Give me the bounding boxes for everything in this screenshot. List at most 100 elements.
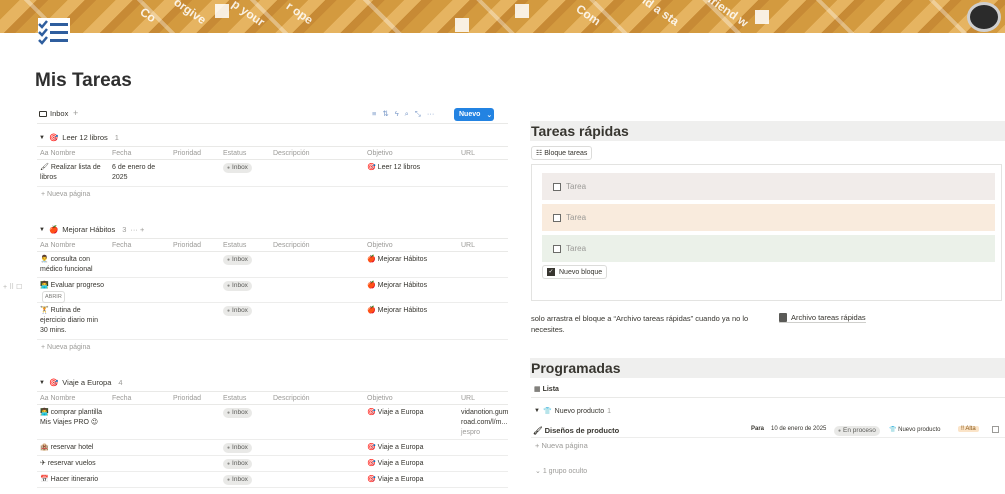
checkbox[interactable]	[553, 213, 561, 222]
row-name[interactable]: 🏋 Rutina de ejercicio diario min 30 mins…	[40, 306, 106, 336]
caret-down-icon[interactable]: ▼	[39, 135, 45, 141]
automation-icon[interactable]: ϟ	[395, 109, 399, 119]
task-block[interactable]: Tarea	[542, 235, 995, 262]
column-url[interactable]: URL	[461, 242, 475, 249]
new-block-button[interactable]: ✓ Nuevo bloque	[542, 265, 608, 279]
checkbox[interactable]	[553, 244, 561, 253]
new-button[interactable]: Nuevo ⌄	[454, 108, 494, 121]
checkbox[interactable]	[992, 426, 999, 433]
table-row[interactable]: 🏋 Rutina de ejercicio diario min 30 mins…	[37, 303, 508, 340]
group-header[interactable]: ▼ 🍎 Mejorar Hábitos 3 ··· +	[39, 225, 144, 234]
column-descripcion[interactable]: Descripción	[273, 150, 310, 157]
column-url[interactable]: URL	[461, 150, 475, 157]
hidden-groups-toggle[interactable]: ⌄ 1 grupo oculto	[535, 467, 587, 475]
column-prioridad[interactable]: Prioridad	[173, 395, 201, 402]
new-page-button[interactable]: + Nueva página	[535, 441, 588, 450]
new-page-button[interactable]: + Nueva página	[41, 344, 90, 351]
table-row[interactable]: ✈ reservar vuelos Inbox 🎯 Viaje a Europa	[37, 456, 508, 472]
column-estatus[interactable]: Estatus	[223, 150, 246, 157]
row-drag-handle[interactable]: + ⠿ ☐	[3, 283, 22, 291]
item-product[interactable]: 👕 Nuevo producto	[889, 426, 941, 433]
column-fecha[interactable]: Fecha	[112, 150, 131, 157]
page-title[interactable]: Mis Tareas	[35, 70, 132, 92]
open-button[interactable]: ABRIR	[42, 291, 65, 303]
row-status[interactable]: Inbox	[223, 163, 252, 173]
row-objective[interactable]: 🍎 Mejorar Hábitos	[367, 281, 427, 291]
task-label[interactable]: Tarea	[566, 213, 586, 222]
add-view-button[interactable]: +	[73, 108, 78, 118]
group-header[interactable]: ▼ 🎯 Leer 12 libros 1	[39, 133, 119, 142]
row-objective[interactable]: 🎯 Viaje a Europa	[367, 443, 423, 453]
task-block[interactable]: Tarea	[542, 204, 995, 231]
column-fecha[interactable]: Fecha	[112, 395, 131, 402]
table-row[interactable]: 🖌 Realizar lista de libros 6 de enero de…	[37, 160, 508, 187]
row-objective[interactable]: 🎯 Viaje a Europa	[367, 408, 423, 418]
table-row[interactable]: 👨‍💻 comprar plantilla Mis Viajes PRO 😉 I…	[37, 405, 508, 440]
caret-down-icon[interactable]: ▼	[534, 408, 540, 414]
column-url[interactable]: URL	[461, 395, 475, 402]
search-icon[interactable]: ⌕	[405, 109, 409, 119]
quick-tasks-heading[interactable]: Tareas rápidas	[530, 121, 1005, 141]
item-date[interactable]: 10 de enero de 2025	[771, 426, 826, 432]
column-descripcion[interactable]: Descripción	[273, 242, 310, 249]
row-name[interactable]: 🏨 reservar hotel	[40, 443, 93, 453]
row-name[interactable]: 👨‍💻 Evaluar progreso ABRIR	[40, 281, 110, 303]
row-name[interactable]: 📅 Hacer itinerario	[40, 475, 98, 485]
column-nombre[interactable]: Aa Nombre	[40, 150, 75, 157]
expand-icon[interactable]: ⤡	[415, 109, 421, 119]
table-row[interactable]: 🏨 reservar hotel Inbox 🎯 Viaje a Europa	[37, 440, 508, 456]
row-objective[interactable]: 🍎 Mejorar Hábitos	[367, 255, 427, 265]
column-descripcion[interactable]: Descripción	[273, 395, 310, 402]
chevron-down-icon[interactable]: ⌄	[486, 111, 492, 119]
block-tasks-button[interactable]: ☷ Bloque tareas	[531, 146, 593, 160]
task-block[interactable]: Tarea	[542, 173, 995, 200]
cover-image[interactable]: Co orgive p your r ope Com ld a sta frie…	[0, 0, 1005, 33]
group-header[interactable]: ▼ 👕 Nuevo producto 1	[534, 407, 611, 416]
row-status[interactable]: Inbox	[223, 281, 252, 291]
more-icon[interactable]: ···	[427, 109, 435, 119]
filter-icon[interactable]: ≡	[372, 109, 376, 119]
table-row[interactable]: 📅 Hacer itinerario Inbox 🎯 Viaje a Europ…	[37, 472, 508, 488]
column-objetivo[interactable]: Objetivo	[367, 395, 393, 402]
column-nombre[interactable]: Aa Nombre	[40, 395, 75, 402]
scheduled-heading[interactable]: Programadas	[530, 358, 1005, 378]
group-header[interactable]: ▼ 🎯 Viaje a Europa 4	[39, 378, 123, 387]
row-objective[interactable]: 🎯 Leer 12 libros	[367, 163, 420, 173]
row-name[interactable]: 👨‍💻 comprar plantilla Mis Viajes PRO 😉	[40, 408, 110, 428]
item-name[interactable]: 🖌 Diseños de producto	[533, 426, 619, 435]
row-objective[interactable]: 🍎 Mejorar Hábitos	[367, 306, 427, 316]
table-row[interactable]: 👨‍💻 Evaluar progreso ABRIR Inbox 🍎 Mejor…	[37, 278, 508, 303]
row-status[interactable]: Inbox	[223, 255, 252, 265]
item-status[interactable]: En proceso	[834, 426, 880, 436]
row-status[interactable]: Inbox	[223, 443, 252, 453]
column-prioridad[interactable]: Prioridad	[173, 150, 201, 157]
column-nombre[interactable]: Aa Nombre	[40, 242, 75, 249]
row-date[interactable]: 6 de enero de 2025	[112, 163, 162, 183]
archive-link[interactable]: Archivo tareas rápidas	[779, 313, 866, 323]
column-objetivo[interactable]: Objetivo	[367, 150, 393, 157]
item-priority[interactable]: ‼ Alta	[958, 426, 979, 432]
row-name[interactable]: 👨‍⚕️ consulta con médico funcional	[40, 255, 106, 275]
table-row[interactable]: 👨‍⚕️ consulta con médico funcional Inbox…	[37, 252, 508, 278]
task-label[interactable]: Tarea	[566, 182, 586, 191]
group-actions[interactable]: ··· +	[130, 225, 144, 234]
column-fecha[interactable]: Fecha	[112, 242, 131, 249]
column-objetivo[interactable]: Objetivo	[367, 242, 393, 249]
row-url[interactable]: vidanotion.gumroad.com/l/m... jespro	[461, 408, 509, 438]
task-label[interactable]: Tarea	[566, 244, 586, 253]
caret-down-icon[interactable]: ▼	[39, 227, 45, 233]
new-page-button[interactable]: + Nueva página	[41, 191, 90, 198]
list-item[interactable]: 🖌 Diseños de producto Para 10 de enero d…	[531, 422, 1005, 438]
row-name[interactable]: ✈ reservar vuelos	[40, 459, 96, 469]
checkbox[interactable]	[553, 182, 561, 191]
column-prioridad[interactable]: Prioridad	[173, 242, 201, 249]
row-status[interactable]: Inbox	[223, 459, 252, 469]
row-name[interactable]: 🖌 Realizar lista de libros	[40, 163, 106, 183]
row-objective[interactable]: 🎯 Viaje a Europa	[367, 475, 423, 485]
row-status[interactable]: Inbox	[223, 408, 252, 418]
sort-icon[interactable]: ⇅	[382, 109, 388, 119]
column-estatus[interactable]: Estatus	[223, 242, 246, 249]
caret-down-icon[interactable]: ▼	[39, 380, 45, 386]
tab-inbox[interactable]: Inbox	[39, 109, 68, 118]
row-objective[interactable]: 🎯 Viaje a Europa	[367, 459, 423, 469]
